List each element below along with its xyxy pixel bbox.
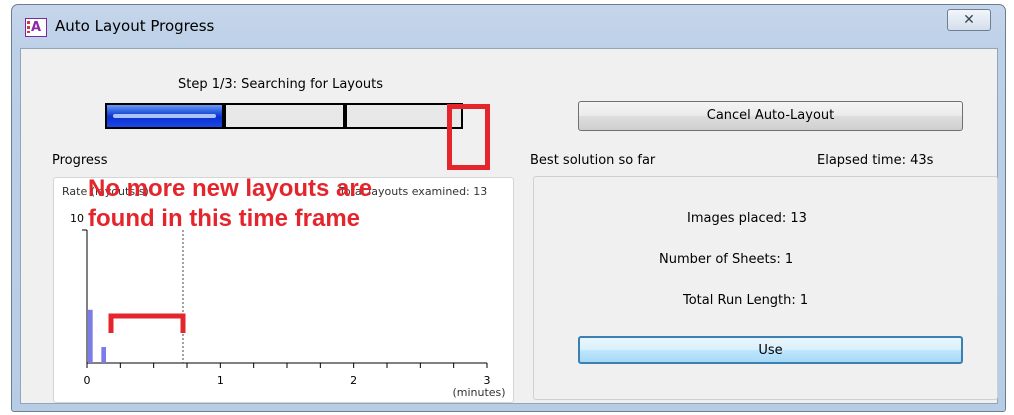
best-solution-panel: Images placed: 13 Number of Sheets: 1 To… (533, 176, 998, 400)
annotation-line-1: No more new layouts are (88, 175, 373, 202)
y-axis-max-label: 10 (70, 212, 84, 225)
step-progress-segment-1 (105, 103, 224, 129)
elapsed-time: Elapsed time: 43s (817, 153, 934, 168)
window-title: Auto Layout Progress (55, 17, 215, 35)
annotation-line-2: found in this time frame (88, 205, 361, 232)
annotation-text: No more new layouts are found in this ti… (88, 174, 488, 234)
step-progress-segment-3 (345, 103, 463, 129)
app-icon-letter: A (30, 20, 42, 35)
number-of-sheets: Number of Sheets: 1 (659, 252, 794, 267)
x-tick-label: 2 (350, 374, 357, 387)
close-button[interactable]: ✕ (947, 9, 991, 31)
rate-bar (101, 347, 106, 363)
x-tick-label: 0 (84, 374, 91, 387)
x-tick-label: 1 (217, 374, 224, 387)
total-run-length: Total Run Length: 1 (683, 293, 809, 308)
step-label: Step 1/3: Searching for Layouts (178, 77, 384, 92)
best-solution-heading: Best solution so far (530, 153, 656, 168)
x-axis-unit-label: (minutes) (452, 386, 505, 399)
cancel-auto-layout-button[interactable]: Cancel Auto-Layout (578, 101, 963, 131)
images-placed: Images placed: 13 (687, 211, 807, 226)
progress-heading: Progress (52, 153, 108, 168)
step-progress-segment-2 (224, 103, 345, 129)
annotation-highlight-box (447, 104, 490, 170)
app-icon: A (25, 18, 47, 37)
annotation-bracket (108, 313, 186, 333)
close-icon: ✕ (963, 12, 975, 28)
use-button[interactable]: Use (578, 336, 963, 364)
title-bar[interactable]: A Auto Layout Progress ✕ (12, 5, 1005, 45)
rate-bar (88, 309, 93, 363)
